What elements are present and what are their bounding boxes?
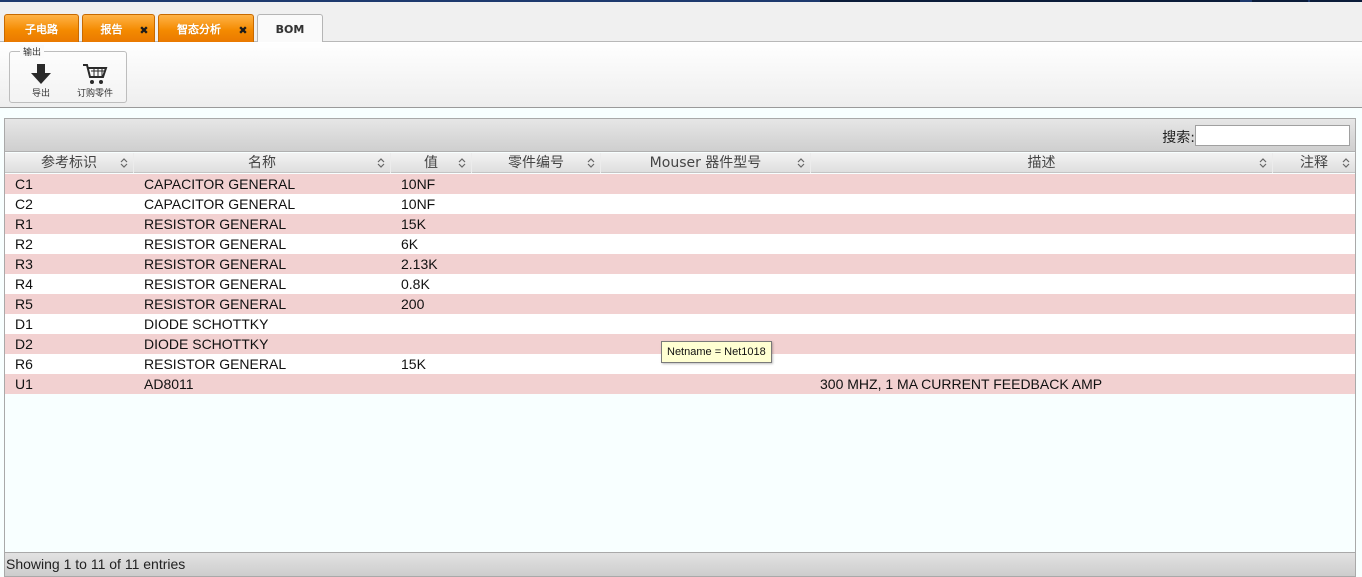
cell-name: AD8011 <box>144 376 194 392</box>
search-label: 搜索: <box>1162 130 1195 146</box>
table-row[interactable]: R1 RESISTOR GENERAL 15K <box>5 214 1355 234</box>
tab-analysis[interactable]: 智态分析 ✖ <box>158 14 254 43</box>
table-info: Showing 1 to 11 of 11 entries <box>4 552 1356 577</box>
column-header-part-number[interactable]: 零件编号 <box>472 153 601 173</box>
cell-ref: D2 <box>15 336 33 352</box>
shopping-cart-icon <box>72 62 118 86</box>
cell-name: DIODE SCHOTTKY <box>144 316 269 332</box>
cell-ref: R2 <box>15 236 33 252</box>
column-header-label: 零件编号 <box>508 155 564 171</box>
cell-value: 15K <box>401 356 426 372</box>
sort-icon <box>458 158 466 168</box>
sort-icon <box>120 158 128 168</box>
cell-value: 10NF <box>401 196 436 212</box>
export-label: 导出 <box>31 89 50 99</box>
tab-label: 子电路 <box>25 23 58 36</box>
table-header: 参考标识 名称 值 零件编号 Mouser 器件型号 描述 注释 <box>5 153 1355 173</box>
cell-value: 6K <box>401 236 419 252</box>
table-row[interactable]: C2 CAPACITOR GENERAL 10NF <box>5 194 1355 214</box>
order-parts-button[interactable]: 订购零件 <box>72 62 118 102</box>
cell-name: RESISTOR GENERAL <box>144 216 287 232</box>
order-parts-label: 订购零件 <box>76 89 113 99</box>
sort-icon <box>797 158 805 168</box>
cell-name: DIODE SCHOTTKY <box>144 336 269 352</box>
cell-ref: R5 <box>15 296 33 312</box>
tab-bar: 子电路 报告 ✖ 智态分析 ✖ BOM <box>0 2 1362 44</box>
table-row[interactable]: R5 RESISTOR GENERAL 200 <box>5 294 1355 314</box>
cell-desc: 300 MHZ, 1 MA CURRENT FEEDBACK AMP <box>820 376 1103 392</box>
group-title: 输出 <box>20 45 45 58</box>
column-header-notes[interactable]: 注释 <box>1273 153 1355 173</box>
cell-value: 0.8K <box>401 276 430 292</box>
tab-report[interactable]: 报告 ✖ <box>82 14 155 43</box>
column-header-label: 描述 <box>1027 155 1056 171</box>
cell-ref: R6 <box>15 356 33 372</box>
export-button[interactable]: 导出 <box>18 62 64 102</box>
cell-ref: R3 <box>15 256 33 272</box>
download-arrow-icon <box>18 62 64 86</box>
ribbon-toolbar: 输出 导出 订购零件 <box>0 42 1362 108</box>
sort-icon <box>1342 158 1350 168</box>
tab-subcircuit[interactable]: 子电路 <box>4 14 79 43</box>
cell-value: 2.13K <box>401 256 438 272</box>
close-icon[interactable]: ✖ <box>138 25 150 37</box>
tab-bom[interactable]: BOM <box>257 14 323 44</box>
column-header-reference[interactable]: 参考标识 <box>5 153 134 173</box>
table-toolbar: 搜索: <box>5 119 1355 152</box>
cell-ref: D1 <box>15 316 33 332</box>
table-row[interactable]: C1 CAPACITOR GENERAL 10NF <box>5 174 1355 194</box>
tab-label: 智态分析 <box>177 23 221 36</box>
output-group: 输出 导出 订购零件 <box>9 45 127 103</box>
cell-name: RESISTOR GENERAL <box>144 296 287 312</box>
cell-name: RESISTOR GENERAL <box>144 236 287 252</box>
column-header-name[interactable]: 名称 <box>134 153 391 173</box>
tab-label: BOM <box>275 22 305 36</box>
column-header-label: 参考标识 <box>41 155 97 171</box>
cell-name: RESISTOR GENERAL <box>144 276 287 292</box>
column-header-label: 值 <box>424 155 438 171</box>
sort-icon <box>587 158 595 168</box>
cell-value: 10NF <box>401 176 436 192</box>
tab-label: 报告 <box>100 23 123 36</box>
table-row[interactable]: D1 DIODE SCHOTTKY <box>5 314 1355 334</box>
column-header-mouser[interactable]: Mouser 器件型号 <box>601 153 811 173</box>
cell-name: CAPACITOR GENERAL <box>144 176 296 192</box>
cell-ref: C2 <box>15 196 33 212</box>
table-row[interactable]: U1 AD8011 300 MHZ, 1 MA CURRENT FEEDBACK A… <box>5 374 1355 394</box>
cell-ref: R4 <box>15 276 33 292</box>
cell-ref: U1 <box>15 376 33 392</box>
sort-icon <box>377 158 385 168</box>
cell-name: RESISTOR GENERAL <box>144 256 287 272</box>
cell-value: 200 <box>401 296 425 312</box>
table-row[interactable]: R3 RESISTOR GENERAL 2.13K <box>5 254 1355 274</box>
cell-name: CAPACITOR GENERAL <box>144 196 296 212</box>
column-header-value[interactable]: 值 <box>391 153 472 173</box>
table-row[interactable]: R2 RESISTOR GENERAL 6K <box>5 234 1355 254</box>
cell-ref: R1 <box>15 216 33 232</box>
table-row[interactable]: R4 RESISTOR GENERAL 0.8K <box>5 274 1355 294</box>
cell-name: RESISTOR GENERAL <box>144 356 287 372</box>
cell-ref: C1 <box>15 176 33 192</box>
column-header-label: 注释 <box>1300 155 1328 171</box>
netname-tooltip: Netname = Net1018 <box>661 341 772 363</box>
sort-icon <box>1259 158 1267 168</box>
close-icon[interactable]: ✖ <box>237 25 249 37</box>
search-input[interactable] <box>1195 125 1350 146</box>
column-header-description[interactable]: 描述 <box>811 153 1273 173</box>
column-header-label: Mouser 器件型号 <box>649 155 762 171</box>
column-header-label: 名称 <box>248 155 276 171</box>
cell-value: 15K <box>401 216 426 232</box>
